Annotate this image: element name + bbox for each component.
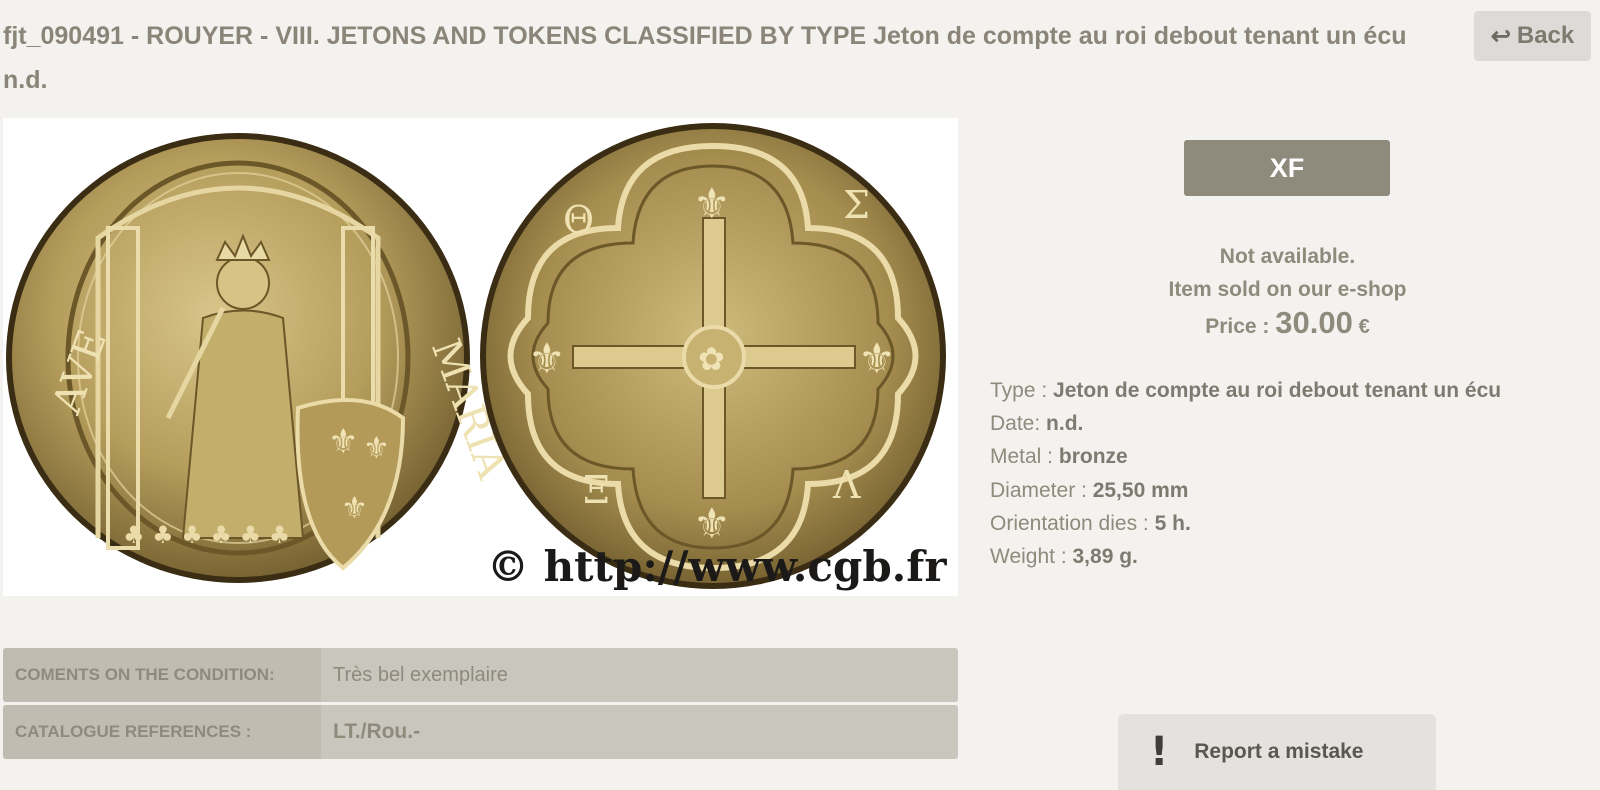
spec-metal: Metal : bronze [990, 440, 1590, 473]
specs-list: Type : Jeton de compte au roi debout ten… [990, 374, 1590, 573]
condition-row: COMENTS ON THE CONDITION: Très bel exemp… [3, 648, 958, 702]
spec-label: Type : [990, 379, 1048, 402]
spec-type: Type : Jeton de compte au roi debout ten… [990, 374, 1590, 407]
spec-label: Diameter : [990, 478, 1087, 502]
watermark: © http://www.cgb.fr [487, 542, 947, 591]
return-arrow-icon: ↩ [1490, 22, 1511, 50]
back-button[interactable]: ↩ Back [1474, 11, 1591, 61]
spec-weight: Weight : 3,89 g. [990, 540, 1590, 573]
spec-label: Date: [990, 412, 1041, 436]
svg-text:Θ: Θ [563, 198, 594, 242]
spec-label: Weight : [990, 545, 1067, 569]
back-button-label: Back [1516, 22, 1575, 49]
spec-date: Date: n.d. [990, 407, 1590, 440]
coin-image: ⚜ ⚜ ⚜ AVE MARIA ♣ ♣ ♣ ♣ ♣ ♣ ✿ ⚜ ⚜ ⚜ ⚜ Θ … [6, 123, 946, 589]
svg-text:⚜: ⚜ [363, 431, 390, 466]
condition-table: COMENTS ON THE CONDITION: Très bel exemp… [3, 648, 958, 762]
spec-value: Jeton de compte au roi debout tenant un … [1053, 379, 1502, 402]
svg-text:⚜: ⚜ [693, 179, 731, 228]
svg-text:Ξ: Ξ [583, 468, 610, 512]
spec-orientation: Orientation dies : 5 h. [990, 507, 1590, 540]
spec-value: 3,89 g. [1072, 545, 1138, 569]
svg-text:⚜: ⚜ [341, 491, 368, 526]
svg-text:✿: ✿ [698, 340, 725, 378]
svg-text:Σ: Σ [843, 183, 870, 227]
price-value: 30.00 [1275, 305, 1353, 340]
spec-value: n.d. [1046, 412, 1084, 436]
spec-value: 5 h. [1154, 511, 1191, 535]
price-currency: € [1358, 316, 1370, 338]
coin-obverse: ⚜ ⚜ ⚜ AVE MARIA ♣ ♣ ♣ ♣ ♣ ♣ [6, 133, 515, 583]
catalogue-row: CATALOGUE REFERENCES : LT./Rou.- [3, 705, 958, 759]
availability-note: Item sold on our e-shop [1168, 278, 1407, 301]
svg-text:⚜: ⚜ [328, 422, 358, 462]
catalogue-label: CATALOGUE REFERENCES : [3, 705, 321, 759]
catalogue-value: LT./Rou.- [333, 720, 421, 743]
report-mistake-button[interactable]: ! Report a mistake [1118, 714, 1436, 790]
condition-label: COMENTS ON THE CONDITION: [3, 648, 321, 702]
report-mistake-label: Report a mistake [1194, 740, 1364, 763]
spec-label: Orientation dies : [990, 511, 1149, 535]
spec-value: 25,50 mm [1092, 478, 1189, 502]
price-label: Price : [1205, 315, 1270, 338]
svg-text:⚜: ⚜ [528, 334, 566, 383]
spec-diameter: Diameter : 25,50 mm [990, 474, 1590, 507]
spec-value: bronze [1058, 445, 1128, 469]
coin-reverse: ✿ ⚜ ⚜ ⚜ ⚜ Θ Σ Ξ Λ [480, 123, 946, 589]
condition-value: Très bel exemplaire [333, 663, 508, 686]
product-page: fjt_090491 - ROUYER - VIII. JETONS AND T… [0, 0, 1600, 790]
spec-label: Metal : [990, 445, 1054, 469]
availability-info: Not available. Item sold on our e-shop P… [1100, 240, 1475, 344]
svg-text:♣ ♣ ♣ ♣ ♣ ♣: ♣ ♣ ♣ ♣ ♣ ♣ [123, 521, 290, 549]
availability-status: Not available. [1219, 245, 1356, 268]
coin-photo[interactable]: ⚜ ⚜ ⚜ AVE MARIA ♣ ♣ ♣ ♣ ♣ ♣ ✿ ⚜ ⚜ ⚜ ⚜ Θ … [3, 118, 958, 596]
grade-badge: XF [1184, 140, 1390, 196]
exclamation-icon: ! [1150, 729, 1169, 775]
svg-text:Λ: Λ [832, 463, 861, 507]
price-line: Price : 30.00 € [1100, 306, 1475, 344]
svg-text:⚜: ⚜ [693, 499, 731, 548]
svg-text:⚜: ⚜ [858, 334, 896, 383]
page-title: fjt_090491 - ROUYER - VIII. JETONS AND T… [3, 22, 1407, 94]
